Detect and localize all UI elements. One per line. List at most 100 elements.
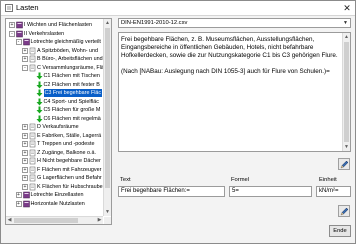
lasten-window: Lasten ✕ + I Wichten und Flächenlasten - II… [0, 0, 356, 244]
green-arrow-icon [36, 89, 43, 97]
window-title: Lasten [16, 3, 39, 12]
tree-node-label: T Treppen und -podeste [37, 141, 95, 147]
tree-node-label: C5 Flächen für große M [43, 107, 101, 113]
edit-description-button[interactable] [338, 158, 350, 170]
collapse-icon[interactable]: - [15, 39, 22, 45]
tree-node[interactable]: + E Fabriken, Ställe, Lagerrä [6, 132, 103, 140]
tree-hscroll-thumb[interactable] [14, 218, 78, 223]
tree-node[interactable]: + G Lagerflächen und Befahr [6, 174, 103, 182]
text-field-value: Frei begehbare Flächen:= [121, 188, 190, 194]
tree-node[interactable]: + B Büro-, Arbeitsflächen und [6, 55, 103, 63]
tree-node-label: II Verkehrslasten [24, 30, 65, 37]
tree-node[interactable]: + A Spitzböden, Wohn- und [6, 47, 103, 55]
description-textarea[interactable]: Frei begehbare Flächen, z. B. Museumsflä… [118, 32, 351, 152]
scroll-up-icon[interactable]: ▲ [104, 19, 111, 27]
tree-node-label: K Flächen für Hubschraube [37, 183, 103, 190]
title-bar: Lasten ✕ [1, 1, 355, 16]
tree-vertical-scrollbar[interactable]: ▲ ▼ [103, 19, 111, 216]
tree-node[interactable]: + Horizontale Nutzlasten [6, 200, 103, 208]
tree-node[interactable]: + Lotrechte Einzellasten [6, 191, 103, 199]
tree-node-label: Lotrechte Einzellasten [30, 192, 84, 198]
category-tree[interactable]: + I Wichten und Flächenlasten - II Verkehrs… [5, 18, 112, 225]
page-icon [29, 140, 36, 148]
tree-node[interactable]: C6 Flächen mit regelmä [6, 115, 103, 123]
description-scrollbar[interactable]: ▲ ▼ [342, 33, 350, 151]
tree-node[interactable]: C5 Flächen für große M [6, 106, 103, 114]
text-field[interactable]: Frei begehbare Flächen:= [118, 186, 225, 197]
book-icon [16, 21, 23, 29]
expand-icon[interactable]: + [22, 175, 28, 181]
einheit-label: Einheit [319, 177, 337, 183]
expand-icon[interactable]: + [22, 158, 28, 164]
tree-horizontal-scrollbar[interactable]: ◀ ▶ [6, 216, 103, 224]
page-icon [29, 149, 36, 157]
tree-scroll-thumb[interactable] [105, 28, 110, 188]
book-icon [22, 191, 30, 199]
tree-node[interactable]: - Lotrechte gleichmäßig verteilt [6, 38, 103, 46]
expand-icon[interactable]: + [22, 124, 28, 130]
tree-node-label: Z Zugänge, Balkone o.ä. [37, 149, 97, 156]
expand-icon[interactable]: + [9, 22, 15, 28]
source-file-select[interactable]: DIN-EN1991-2010-12.csv ▼ [118, 18, 351, 28]
formel-field[interactable]: 5= [229, 186, 312, 197]
app-icon [5, 4, 13, 12]
tree-node[interactable]: + K Flächen für Hubschraube [6, 183, 103, 191]
tree-node[interactable]: + I Wichten und Flächenlasten [6, 21, 103, 29]
scroll-left-icon[interactable]: ◀ [6, 217, 13, 224]
pencil-icon [340, 207, 349, 216]
scroll-right-icon[interactable]: ▶ [96, 217, 103, 224]
green-arrow-icon [36, 72, 43, 80]
tree-content: + I Wichten und Flächenlasten - II Verkehrs… [6, 19, 103, 216]
edit-values-button[interactable] [338, 205, 350, 217]
text-label: Text [120, 177, 131, 183]
expand-icon[interactable]: + [22, 183, 28, 190]
collapse-icon[interactable]: - [22, 64, 28, 71]
tree-node-label: E Fabriken, Ställe, Lagerrä [37, 132, 102, 139]
tree-node-label: C4 Sport- und Spielfläc [43, 98, 99, 105]
tree-node[interactable]: - II Verkehrslasten [6, 30, 103, 38]
tree-node[interactable]: C2 Flächen mit fester B [6, 81, 103, 89]
einheit-field-value: kN/m²= [319, 188, 339, 194]
expand-icon[interactable]: + [22, 132, 28, 139]
tree-node[interactable]: + T Treppen und -podeste [6, 140, 103, 148]
expand-icon[interactable]: + [15, 200, 22, 207]
tree-node-label: I Wichten und Flächenlasten [24, 22, 93, 28]
expand-icon[interactable]: + [22, 47, 28, 54]
tree-node[interactable]: + D Verkaufsräume [6, 123, 103, 131]
chevron-down-icon[interactable]: ▼ [341, 19, 350, 27]
expand-icon[interactable]: + [22, 149, 28, 156]
page-icon [29, 47, 36, 55]
book-icon [22, 200, 30, 208]
page-icon [29, 132, 36, 140]
tree-node[interactable]: C4 Sport- und Spielfläc [6, 98, 103, 106]
expand-icon[interactable]: + [22, 166, 28, 173]
tree-node[interactable]: C1 Flächen mit Tischen [6, 72, 103, 80]
green-arrow-icon [36, 98, 43, 106]
tree-node[interactable]: + F Flächen mit Fahrzeugver [6, 166, 103, 174]
formel-field-value: 5= [232, 188, 239, 194]
tree-node[interactable]: C3 Frei begehbare Fläc [6, 89, 103, 97]
tree-node[interactable]: + Z Zugänge, Balkone o.ä. [6, 149, 103, 157]
page-icon [29, 123, 36, 131]
expand-icon[interactable]: + [22, 141, 28, 147]
description-scroll-up-icon[interactable]: ▲ [343, 33, 350, 41]
expand-icon[interactable]: + [15, 192, 22, 198]
tree-node-label: C3 Frei begehbare Fläc [43, 89, 103, 97]
page-icon [29, 166, 36, 174]
einheit-field[interactable]: kN/m²= [316, 186, 351, 197]
scroll-down-icon[interactable]: ▼ [104, 208, 111, 216]
tree-node-label: G Lagerflächen und Befahr [37, 175, 102, 181]
source-file-value: DIN-EN1991-2010-12.csv [121, 20, 188, 26]
formel-label: Formel [231, 177, 250, 183]
pencil-icon [340, 160, 349, 169]
collapse-icon[interactable]: - [9, 30, 15, 37]
book-icon [16, 30, 23, 38]
end-button[interactable]: Ende [329, 225, 351, 237]
description-scroll-down-icon[interactable]: ▼ [343, 143, 350, 151]
tree-node[interactable]: + H Nicht begehbare Dächer [6, 157, 103, 165]
description-scroll-thumb[interactable] [344, 42, 349, 142]
expand-icon[interactable]: + [22, 56, 28, 62]
tree-node-label: H Nicht begehbare Dächer [37, 158, 101, 164]
tree-node[interactable]: - C Versammlungsräume, Flä [6, 64, 103, 72]
close-icon[interactable]: ✕ [340, 2, 354, 14]
